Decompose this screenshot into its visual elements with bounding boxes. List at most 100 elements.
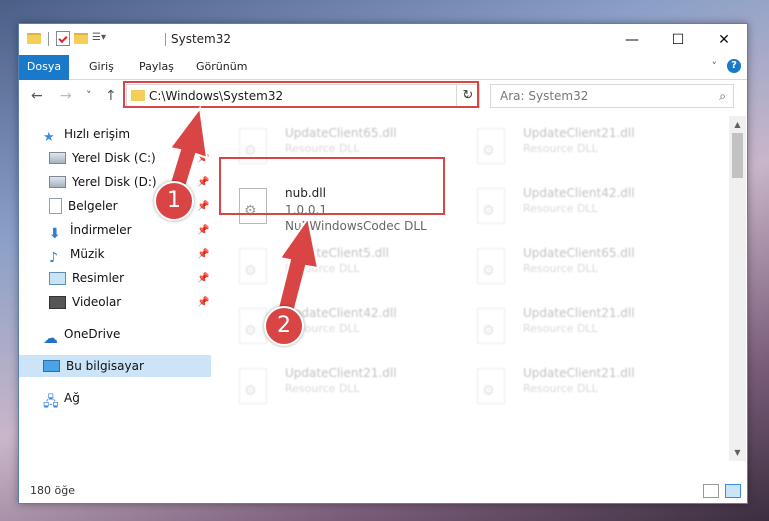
explorer-window: ☰▾ System32 — ☐ ✕ Dosya Giriş Paylaş Gör…	[18, 23, 748, 504]
title-bar: ☰▾ System32 — ☐ ✕	[19, 24, 747, 55]
up-button[interactable]: ↑	[105, 88, 117, 104]
sidebar-item-label: Ağ	[64, 391, 80, 405]
pin-icon[interactable]: 📌	[197, 249, 209, 260]
address-highlight-box	[123, 81, 479, 108]
forward-button[interactable]: →	[60, 88, 72, 104]
recent-locations-button[interactable]: ˅	[86, 89, 92, 102]
file-name: UpdateClient42.dll	[523, 186, 635, 200]
sidebar-item-label: Videolar	[72, 295, 122, 309]
dll-file-icon	[239, 248, 267, 284]
expand-ribbon-icon[interactable]: ˅	[712, 60, 718, 73]
pin-icon[interactable]: 📌	[197, 297, 209, 308]
sidebar-item-documents[interactable]: Belgeler	[49, 195, 118, 217]
large-icons-view-icon[interactable]	[725, 484, 741, 498]
file-type: Resource DLL	[523, 382, 598, 395]
dll-file-icon	[477, 128, 505, 164]
star-icon: ★	[43, 130, 55, 145]
file-name: UpdateClient65.dll	[523, 246, 635, 260]
tab-view[interactable]: Görünüm	[196, 55, 247, 79]
drive-icon	[49, 152, 66, 164]
sidebar-item-network[interactable]: 🖧 Ağ	[43, 387, 80, 410]
list-item[interactable]: UpdateClient21.dll Resource DLL	[219, 364, 439, 412]
ribbon-tabs: Dosya Giriş Paylaş Görünüm ˅ ?	[19, 55, 747, 103]
folder-icon[interactable]	[27, 33, 41, 44]
help-icon[interactable]: ?	[727, 59, 741, 73]
pictures-icon	[49, 271, 66, 285]
dll-file-icon	[477, 248, 505, 284]
tab-home[interactable]: Giriş	[89, 55, 114, 79]
list-item[interactable]: UpdateClient5.dll Resource DLL	[219, 244, 439, 292]
sidebar-item-label: OneDrive	[64, 327, 121, 341]
sidebar-item-disk-d[interactable]: Yerel Disk (D:)	[49, 171, 157, 193]
vertical-scrollbar[interactable]: ▲ ▼	[729, 116, 746, 461]
list-item[interactable]: UpdateClient21.dll Resource DLL	[457, 124, 677, 172]
pin-icon[interactable]: 📌	[197, 225, 209, 236]
dll-file-icon	[239, 308, 267, 344]
sidebar-item-downloads[interactable]: ⬇ İndirmeler	[49, 219, 132, 242]
sidebar-item-label: Bu bilgisayar	[66, 359, 144, 373]
file-name: UpdateClient5.dll	[285, 246, 389, 260]
sidebar-item-label: İndirmeler	[70, 223, 132, 237]
drive-icon	[49, 176, 66, 188]
step-1-badge: 1	[154, 181, 194, 221]
file-name: UpdateClient65.dll	[285, 126, 397, 140]
dll-file-icon	[477, 308, 505, 344]
sidebar-item-disk-c[interactable]: Yerel Disk (C:)	[49, 147, 156, 169]
pin-icon[interactable]: 📌	[197, 201, 209, 212]
scroll-down-icon[interactable]: ▼	[729, 444, 746, 461]
list-item[interactable]: UpdateClient42.dll Resource DLL	[219, 304, 439, 352]
dll-file-icon	[239, 368, 267, 404]
pin-icon[interactable]: 📌	[197, 273, 209, 284]
sidebar-item-pictures[interactable]: Resimler	[49, 267, 124, 289]
sidebar-item-label: Hızlı erişim	[64, 127, 131, 141]
file-type: Resource DLL	[523, 262, 598, 275]
file-name: UpdateClient21.dll	[523, 126, 635, 140]
network-icon: 🖧	[43, 394, 59, 410]
navigation-bar: ← → ˅ ↑ C:\Windows\System32 ⌄ ↻ Ara: Sys…	[19, 80, 747, 112]
documents-icon	[49, 198, 62, 214]
sidebar-item-label: Yerel Disk (D:)	[72, 175, 157, 189]
details-view-icon[interactable]	[703, 484, 719, 498]
navigation-pane: ★ Hızlı erişim Yerel Disk (C:) 📌 Yerel D…	[19, 116, 213, 460]
file-type: Resource DLL	[523, 142, 598, 155]
scroll-up-icon[interactable]: ▲	[729, 116, 746, 133]
sidebar-item-this-pc[interactable]: Bu bilgisayar	[19, 355, 211, 377]
search-input[interactable]: Ara: System32 ⌕	[490, 84, 734, 108]
properties-icon[interactable]	[56, 31, 70, 46]
music-icon: ♪	[49, 250, 58, 266]
videos-icon	[49, 295, 66, 309]
tab-share[interactable]: Paylaş	[139, 55, 174, 79]
search-icon: ⌕	[719, 89, 726, 103]
close-button[interactable]: ✕	[701, 24, 747, 55]
file-type: Resource DLL	[285, 142, 360, 155]
list-item[interactable]: UpdateClient65.dll Resource DLL	[457, 244, 677, 292]
dll-file-icon	[477, 368, 505, 404]
pin-icon[interactable]: 📌	[197, 153, 209, 164]
sidebar-item-label: Belgeler	[68, 199, 118, 213]
sidebar-item-videos[interactable]: Videolar	[49, 291, 121, 313]
file-name: UpdateClient21.dll	[523, 366, 635, 380]
sidebar-item-label: Resimler	[72, 271, 125, 285]
new-folder-icon[interactable]	[74, 33, 88, 44]
quick-access-toolbar: ☰▾	[27, 31, 106, 46]
sidebar-item-label: Yerel Disk (C:)	[72, 151, 156, 165]
customize-toolbar-icon[interactable]: ☰▾	[92, 32, 106, 46]
file-type: Resource DLL	[285, 382, 360, 395]
toolbar-divider	[48, 31, 49, 46]
scroll-thumb[interactable]	[732, 133, 743, 178]
computer-icon	[43, 360, 60, 372]
sidebar-item-quick-access[interactable]: ★ Hızlı erişim	[43, 123, 130, 145]
sidebar-item-music[interactable]: ♪ Müzik	[49, 243, 105, 266]
minimize-button[interactable]: —	[609, 24, 655, 55]
pin-icon[interactable]: 📌	[197, 177, 209, 188]
list-item[interactable]: UpdateClient21.dll Resource DLL	[457, 364, 677, 412]
list-item[interactable]: UpdateClient42.dll Resource DLL	[457, 184, 677, 232]
file-name: UpdateClient21.dll	[285, 366, 397, 380]
sidebar-item-onedrive[interactable]: ☁ OneDrive	[43, 323, 121, 347]
search-placeholder: Ara: System32	[500, 89, 589, 103]
dll-file-icon	[477, 188, 505, 224]
list-item[interactable]: UpdateClient21.dll Resource DLL	[457, 304, 677, 352]
maximize-button[interactable]: ☐	[655, 24, 701, 55]
file-highlight-box	[219, 157, 445, 215]
back-button[interactable]: ←	[31, 88, 43, 104]
